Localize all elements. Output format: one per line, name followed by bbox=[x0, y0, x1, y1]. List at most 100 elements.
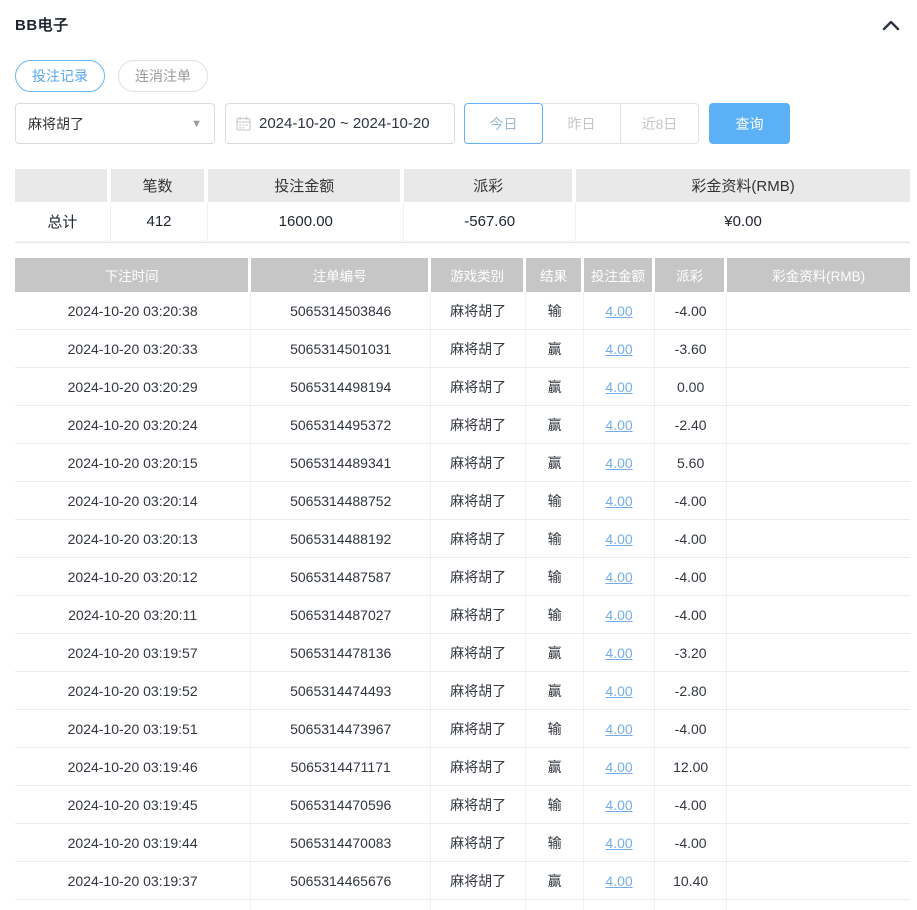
bonus-cell bbox=[727, 292, 910, 329]
summary-total-label: 总计 bbox=[15, 202, 111, 242]
game-type-cell: 麻将胡了 bbox=[431, 330, 526, 367]
order-number-cell: 5065314471171 bbox=[251, 748, 431, 785]
chevron-up-icon bbox=[882, 19, 900, 31]
bet-amount-link[interactable]: 4.00 bbox=[605, 607, 632, 623]
date-range-value: 2024-10-20 ~ 2024-10-20 bbox=[259, 115, 430, 132]
table-header-cell: 投注金额 bbox=[584, 258, 655, 292]
bet-amount-cell: 4.00 bbox=[584, 520, 655, 557]
tab-betting-records[interactable]: 投注记录 bbox=[15, 60, 105, 92]
bet-amount-cell: 4.00 bbox=[584, 824, 655, 861]
bonus-cell bbox=[727, 824, 910, 861]
bonus-cell bbox=[727, 900, 910, 910]
table-row: 2024-10-20 03:19:455065314470596麻将胡了输4.0… bbox=[15, 786, 910, 824]
payout-cell: -4.00 bbox=[655, 710, 727, 747]
payout-cell: -3.60 bbox=[655, 330, 727, 367]
order-number-cell: 5065314470596 bbox=[251, 786, 431, 823]
summary-payout: -567.60 bbox=[404, 202, 576, 242]
order-number-cell: 5065314478136 bbox=[251, 634, 431, 671]
collapse-panel-button[interactable] bbox=[880, 16, 902, 34]
bet-amount-link[interactable]: 4.00 bbox=[605, 645, 632, 661]
table-row bbox=[15, 900, 910, 910]
bet-amount-cell: 4.00 bbox=[584, 368, 655, 405]
summary-header-cell bbox=[15, 169, 111, 202]
bonus-cell bbox=[727, 634, 910, 671]
bet-amount-link[interactable]: 4.00 bbox=[605, 531, 632, 547]
payout-cell: -2.80 bbox=[655, 672, 727, 709]
payout-cell: -4.00 bbox=[655, 786, 727, 823]
bet-time-cell bbox=[15, 900, 251, 910]
payout-cell: -4.00 bbox=[655, 824, 727, 861]
payout-cell: 5.60 bbox=[655, 444, 727, 481]
bet-time-cell: 2024-10-20 03:20:38 bbox=[15, 292, 251, 329]
bet-amount-link[interactable]: 4.00 bbox=[605, 341, 632, 357]
result-cell: 输 bbox=[526, 558, 584, 595]
bet-time-cell: 2024-10-20 03:19:45 bbox=[15, 786, 251, 823]
table-row: 2024-10-20 03:19:515065314473967麻将胡了输4.0… bbox=[15, 710, 910, 748]
bet-amount-link[interactable]: 4.00 bbox=[605, 417, 632, 433]
payout-cell: 12.00 bbox=[655, 748, 727, 785]
filter-bar: 麻将胡了 ▼ 2024-10-20 ~ 2024-10-20 bbox=[15, 103, 910, 144]
result-cell: 赢 bbox=[526, 634, 584, 671]
bonus-cell bbox=[727, 672, 910, 709]
today-button[interactable]: 今日 bbox=[464, 103, 543, 144]
game-type-cell: 麻将胡了 bbox=[431, 482, 526, 519]
bet-amount-link[interactable]: 4.00 bbox=[605, 493, 632, 509]
bet-time-cell: 2024-10-20 03:20:29 bbox=[15, 368, 251, 405]
result-cell: 输 bbox=[526, 520, 584, 557]
payout-cell: -4.00 bbox=[655, 596, 727, 633]
result-cell: 赢 bbox=[526, 748, 584, 785]
table-row: 2024-10-20 03:19:445065314470083麻将胡了输4.0… bbox=[15, 824, 910, 862]
game-type-cell: 麻将胡了 bbox=[431, 558, 526, 595]
result-cell: 输 bbox=[526, 482, 584, 519]
game-type-cell: 麻将胡了 bbox=[431, 368, 526, 405]
order-number-cell: 5065314498194 bbox=[251, 368, 431, 405]
table-body: 2024-10-20 03:20:385065314503846麻将胡了输4.0… bbox=[15, 292, 910, 910]
summary-header-cell: 彩金资料(RMB) bbox=[576, 169, 910, 202]
payout-cell: -4.00 bbox=[655, 482, 727, 519]
tab-cancelled-orders[interactable]: 连消注单 bbox=[118, 60, 208, 92]
order-number-cell: 5065314473967 bbox=[251, 710, 431, 747]
bonus-cell bbox=[727, 444, 910, 481]
table-header-cell: 下注时间 bbox=[15, 258, 251, 292]
payout-cell: -4.00 bbox=[655, 292, 727, 329]
bet-amount-link[interactable]: 4.00 bbox=[605, 683, 632, 699]
summary-count: 412 bbox=[111, 202, 209, 242]
bet-amount-link[interactable]: 4.00 bbox=[605, 797, 632, 813]
summary-header-cell: 投注金额 bbox=[208, 169, 404, 202]
date-range-input[interactable]: 2024-10-20 ~ 2024-10-20 bbox=[225, 103, 455, 144]
game-type-cell: 麻将胡了 bbox=[431, 824, 526, 861]
query-button[interactable]: 查询 bbox=[709, 103, 790, 144]
game-type-cell: 麻将胡了 bbox=[431, 406, 526, 443]
order-number-cell bbox=[251, 900, 431, 910]
game-type-select[interactable]: 麻将胡了 ▼ bbox=[15, 103, 215, 144]
bet-amount-link[interactable]: 4.00 bbox=[605, 569, 632, 585]
table-row: 2024-10-20 03:19:525065314474493麻将胡了赢4.0… bbox=[15, 672, 910, 710]
page-title: BB电子 bbox=[15, 14, 69, 35]
bet-amount-cell bbox=[584, 900, 655, 910]
bet-time-cell: 2024-10-20 03:19:52 bbox=[15, 672, 251, 709]
order-number-cell: 5065314465676 bbox=[251, 862, 431, 899]
bet-amount-link[interactable]: 4.00 bbox=[605, 835, 632, 851]
bonus-cell bbox=[727, 520, 910, 557]
bet-amount-link[interactable]: 4.00 bbox=[605, 303, 632, 319]
bet-amount-link[interactable]: 4.00 bbox=[605, 759, 632, 775]
bet-amount-link[interactable]: 4.00 bbox=[605, 455, 632, 471]
chevron-down-icon: ▼ bbox=[191, 118, 202, 130]
result-cell bbox=[526, 900, 584, 910]
table-row: 2024-10-20 03:20:115065314487027麻将胡了输4.0… bbox=[15, 596, 910, 634]
bet-amount-cell: 4.00 bbox=[584, 406, 655, 443]
yesterday-button[interactable]: 昨日 bbox=[542, 103, 621, 144]
last-8-days-button[interactable]: 近8日 bbox=[620, 103, 699, 144]
bet-amount-link[interactable]: 4.00 bbox=[605, 379, 632, 395]
bonus-cell bbox=[727, 786, 910, 823]
table-header-cell: 彩金资料(RMB) bbox=[727, 258, 910, 292]
table-row: 2024-10-20 03:20:335065314501031麻将胡了赢4.0… bbox=[15, 330, 910, 368]
bonus-cell bbox=[727, 596, 910, 633]
result-cell: 赢 bbox=[526, 330, 584, 367]
bet-time-cell: 2024-10-20 03:20:14 bbox=[15, 482, 251, 519]
bet-amount-link[interactable]: 4.00 bbox=[605, 873, 632, 889]
order-number-cell: 5065314474493 bbox=[251, 672, 431, 709]
result-cell: 输 bbox=[526, 710, 584, 747]
bet-amount-cell: 4.00 bbox=[584, 596, 655, 633]
bet-amount-link[interactable]: 4.00 bbox=[605, 721, 632, 737]
